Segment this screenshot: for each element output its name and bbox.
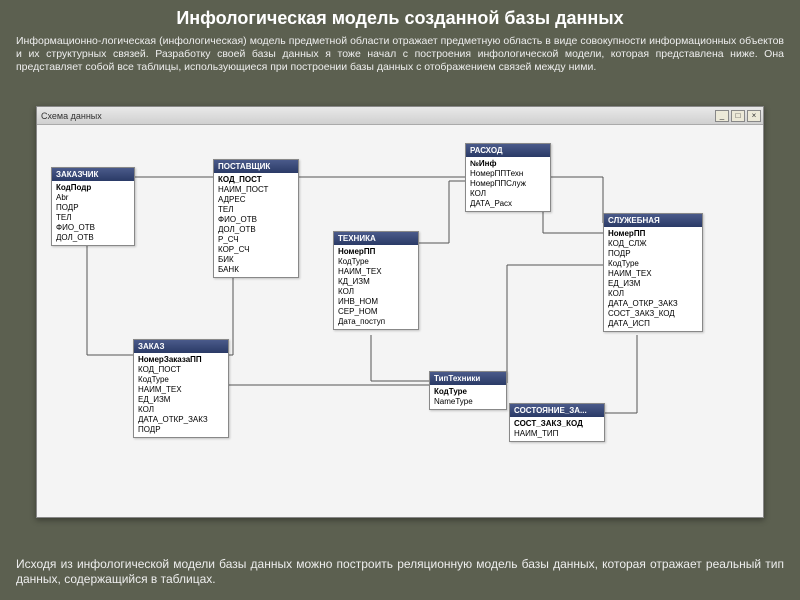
field: ПОДР	[608, 249, 698, 259]
field: ИНВ_НОМ	[338, 297, 414, 307]
field: КОД_СЛЖ	[608, 239, 698, 249]
field: СЕР_НОМ	[338, 307, 414, 317]
field: ДАТА_Расх	[470, 199, 546, 209]
entity-header: РАСХОД	[466, 144, 550, 157]
field: ПОДР	[56, 203, 130, 213]
entity-header: ЗАКАЗЧИК	[52, 168, 134, 181]
field: НАИМ_ТЕХ	[138, 385, 224, 395]
field: КодТуре	[434, 387, 502, 397]
field: АДРЕС	[218, 195, 294, 205]
field: ДАТА_ОТКР_ЗАКЗ	[138, 415, 224, 425]
maximize-button[interactable]: □	[731, 110, 745, 122]
field: НомерПП	[338, 247, 414, 257]
entity-sostoyanie[interactable]: СОСТОЯНИЕ_ЗА... СОСТ_ЗАКЗ_КОД НАИМ_ТИП	[509, 403, 605, 442]
field: КД_ИЗМ	[338, 277, 414, 287]
field: ДОЛ_ОТВ	[56, 233, 130, 243]
field: Abr	[56, 193, 130, 203]
field: НомерЗаказаПП	[138, 355, 224, 365]
field: КодТуре	[138, 375, 224, 385]
field: КОЛ	[338, 287, 414, 297]
field: Дата_поступ	[338, 317, 414, 327]
field: ФИО_ОТВ	[56, 223, 130, 233]
entity-tehnika[interactable]: ТЕХНИКА НомерПП КодТуре НАИМ_ТЕХ КД_ИЗМ …	[333, 231, 419, 330]
field: КОЛ	[608, 289, 698, 299]
outro-paragraph: Исходя из инфологической модели базы дан…	[0, 557, 800, 588]
field: НАИМ_ТЕХ	[608, 269, 698, 279]
field: ЕД_ИЗМ	[608, 279, 698, 289]
field: КОЛ	[470, 189, 546, 199]
field: КОЛ	[138, 405, 224, 415]
entity-header: СЛУЖЕБНАЯ	[604, 214, 702, 227]
field: КодПодр	[56, 183, 130, 193]
field: СОСТ_ЗАКЗ_КОД	[608, 309, 698, 319]
field: Р_СЧ	[218, 235, 294, 245]
field: КодТуре	[338, 257, 414, 267]
field: ЕД_ИЗМ	[138, 395, 224, 405]
field: ДОЛ_ОТВ	[218, 225, 294, 235]
field: НомерПП	[608, 229, 698, 239]
field: NameType	[434, 397, 502, 407]
entity-zakazchik[interactable]: ЗАКАЗЧИК КодПодр Abr ПОДР ТЕЛ ФИО_ОТВ ДО…	[51, 167, 135, 246]
field: ПОДР	[138, 425, 224, 435]
field: БИК	[218, 255, 294, 265]
field: КОД_ПОСТ	[218, 175, 294, 185]
field: НАИМ_ТИП	[514, 429, 600, 439]
entity-tiptehniki[interactable]: ТипТехники КодТуре NameType	[429, 371, 507, 410]
field: НомерППСлуж	[470, 179, 546, 189]
field: ТЕЛ	[218, 205, 294, 215]
field: ТЕЛ	[56, 213, 130, 223]
field: НАИМ_ТЕХ	[338, 267, 414, 277]
field: ДАТА_ОТКР_ЗАКЗ	[608, 299, 698, 309]
intro-paragraph: Информационно-логическая (инфологическая…	[0, 35, 800, 74]
field: НАИМ_ПОСТ	[218, 185, 294, 195]
minimize-button[interactable]: _	[715, 110, 729, 122]
window-titlebar: Схема данных _ □ ×	[37, 107, 763, 125]
entity-rashod[interactable]: РАСХОД №Инф НомерППТехн НомерППСлуж КОЛ …	[465, 143, 551, 212]
entity-header: ТипТехники	[430, 372, 506, 385]
entity-header: СОСТОЯНИЕ_ЗА...	[510, 404, 604, 417]
field: КодТуре	[608, 259, 698, 269]
field: КОР_СЧ	[218, 245, 294, 255]
schema-window: Схема данных _ □ ×	[36, 106, 764, 518]
entity-header: ПОСТАВЩИК	[214, 160, 298, 173]
field: СОСТ_ЗАКЗ_КОД	[514, 419, 600, 429]
schema-canvas: ЗАКАЗЧИК КодПодр Abr ПОДР ТЕЛ ФИО_ОТВ ДО…	[37, 125, 763, 517]
entity-zakaz[interactable]: ЗАКАЗ НомерЗаказаПП КОД_ПОСТ КодТуре НАИ…	[133, 339, 229, 438]
field: КОД_ПОСТ	[138, 365, 224, 375]
field: ФИО_ОТВ	[218, 215, 294, 225]
window-title: Схема данных	[41, 111, 102, 121]
entity-header: ЗАКАЗ	[134, 340, 228, 353]
page-title: Инфологическая модель созданной базы дан…	[0, 0, 800, 35]
field: НомерППТехн	[470, 169, 546, 179]
entity-postavschik[interactable]: ПОСТАВЩИК КОД_ПОСТ НАИМ_ПОСТ АДРЕС ТЕЛ Ф…	[213, 159, 299, 278]
field: №Инф	[470, 159, 546, 169]
entity-header: ТЕХНИКА	[334, 232, 418, 245]
field: БАНК	[218, 265, 294, 275]
field: ДАТА_ИСП	[608, 319, 698, 329]
entity-sluzhebnaya[interactable]: СЛУЖЕБНАЯ НомерПП КОД_СЛЖ ПОДР КодТуре Н…	[603, 213, 703, 332]
close-button[interactable]: ×	[747, 110, 761, 122]
